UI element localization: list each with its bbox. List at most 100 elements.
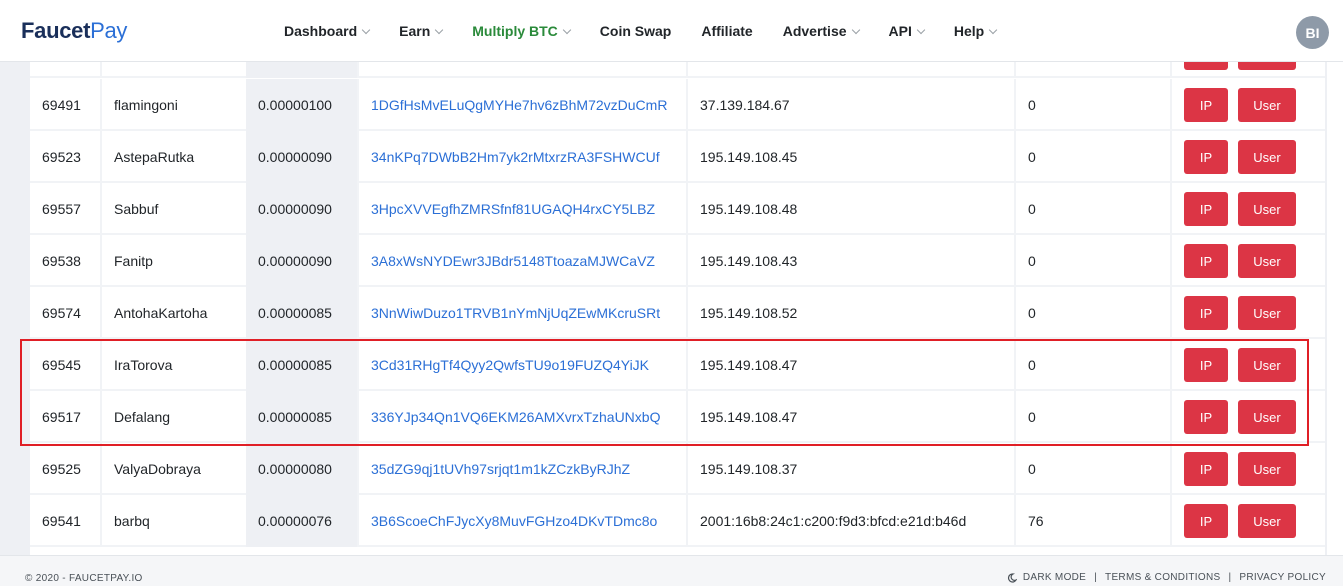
ip-button[interactable]: IP [1184, 296, 1228, 330]
nav-item-multiply-btc[interactable]: Multiply BTC [472, 23, 572, 39]
user-button[interactable]: User [1238, 244, 1296, 278]
cell-amount: 0.00000085 [246, 287, 357, 339]
cell-username [100, 62, 246, 78]
nav-item-label: Coin Swap [599, 23, 672, 39]
cell-id: 69574 [30, 287, 100, 339]
withdrawal-id: 69517 [42, 409, 81, 425]
chevron-down-icon [361, 25, 371, 34]
ip-address-text: 195.149.108.52 [700, 305, 798, 321]
user-button[interactable]: User [1238, 504, 1296, 538]
cell-address [357, 62, 686, 78]
cell-username: barbq [100, 495, 246, 547]
cell-actions: IP User [1170, 391, 1325, 443]
nav-item-advertise[interactable]: Advertise [782, 23, 860, 39]
ip-address-text: 37.139.184.67 [700, 97, 790, 113]
nav-item-affiliate[interactable]: Affiliate [701, 23, 752, 39]
table-row: 69491 flamingoni 0.00000100 1DGfHsMvELuQgMY… [30, 79, 1325, 131]
amount-text: 0.00000085 [258, 409, 332, 425]
cell-ip: 195.149.108.52 [686, 287, 1014, 339]
user-button[interactable]: User [1238, 88, 1296, 122]
cell-username: ValyaDobraya [100, 443, 246, 495]
address-link[interactable]: 3Cd31RHgTf4Qyy2QwfsTU9o19FUZQ4YiJK [371, 357, 649, 373]
ip-address-text: 195.149.108.47 [700, 357, 798, 373]
cell-ip: 195.149.108.47 [686, 391, 1014, 443]
address-link[interactable]: 3B6ScoeChFJycXy8MuvFGHzo4DKvTDmc8o [371, 513, 657, 529]
nav-item-earn[interactable]: Earn [399, 23, 444, 39]
table-row: 69517 Defalang 0.00000085 336YJp34Qn1VQ6EKM… [30, 391, 1325, 443]
count-text: 0 [1028, 305, 1036, 321]
cell-actions: IP User [1170, 339, 1325, 391]
user-button-partial[interactable] [1238, 62, 1296, 70]
faucetpay-logo[interactable]: FaucetPay [21, 18, 127, 44]
nav-item-api[interactable]: API [888, 23, 926, 39]
user-button[interactable]: User [1238, 400, 1296, 434]
withdrawal-id: 69538 [42, 253, 81, 269]
user-button[interactable]: User [1238, 296, 1296, 330]
nav-item-coin-swap[interactable]: Coin Swap [600, 23, 672, 39]
ip-button[interactable]: IP [1184, 192, 1228, 226]
ip-address-text: 2001:16b8:24c1:c200:f9d3:bfcd:e21d:b46d [700, 513, 967, 529]
ip-address-text: 195.149.108.43 [700, 253, 798, 269]
cell-count: 0 [1014, 131, 1170, 183]
ip-address-text: 195.149.108.37 [700, 461, 798, 477]
ip-button-partial[interactable] [1184, 62, 1228, 70]
address-link[interactable]: 3HpcXVVEgfhZMRSfnf81UGAQH4rxCY5LBZ [371, 201, 655, 217]
cell-ip: 37.139.184.67 [686, 79, 1014, 131]
ip-button[interactable]: IP [1184, 400, 1228, 434]
ip-button[interactable]: IP [1184, 504, 1228, 538]
ip-address-text: 195.149.108.45 [700, 149, 798, 165]
user-button[interactable]: User [1238, 140, 1296, 174]
cell-actions: IP User [1170, 131, 1325, 183]
nav-item-label: Advertise [782, 23, 847, 39]
ip-button[interactable]: IP [1184, 348, 1228, 382]
address-link[interactable]: 3A8xWsNYDEwr3JBdr5148TtoazaMJWCaVZ [371, 253, 655, 269]
withdrawal-id: 69541 [42, 513, 81, 529]
ip-button[interactable]: IP [1184, 88, 1228, 122]
table-row: 69541 barbq 0.00000076 3B6ScoeChFJycXy8MuvF… [30, 495, 1325, 547]
user-button[interactable]: User [1238, 192, 1296, 226]
cell-amount: 0.00000090 [246, 183, 357, 235]
ip-button[interactable]: IP [1184, 244, 1228, 278]
cell-amount: 0.00000090 [246, 235, 357, 287]
address-link[interactable]: 35dZG9qj1tUVh97srjqt1m1kZCzkByRJhZ [371, 461, 630, 477]
cell-id: 69557 [30, 183, 100, 235]
ip-address-text: 195.149.108.48 [700, 201, 798, 217]
chevron-down-icon [435, 25, 444, 34]
user-button[interactable]: User [1238, 348, 1296, 382]
cell-count: 0 [1014, 79, 1170, 131]
withdrawal-id: 69525 [42, 461, 81, 477]
nav-item-help[interactable]: Help [953, 23, 998, 39]
address-link[interactable]: 336YJp34Qn1VQ6EKM26AMXvrxTzhaUNxbQ [371, 409, 660, 425]
ip-button[interactable]: IP [1184, 452, 1228, 486]
cell-amount: 0.00000076 [246, 495, 357, 547]
privacy-link[interactable]: PRIVACY POLICY [1239, 572, 1326, 583]
address-link[interactable]: 1DGfHsMvELuQgMYHe7hv6zBhM72vzDuCmR [371, 97, 667, 113]
cell-actions: IP User [1170, 183, 1325, 235]
scrollbar-track[interactable] [1327, 62, 1343, 555]
cell-count: 0 [1014, 235, 1170, 287]
address-link[interactable]: 3NnWiwDuzo1TRVB1nYmNjUqZEwMKcruSRt [371, 305, 660, 321]
count-text: 0 [1028, 253, 1036, 269]
cell-amount: 0.00000085 [246, 391, 357, 443]
amount-text: 0.00000080 [258, 461, 332, 477]
nav-item-label: Affiliate [701, 23, 753, 39]
user-avatar[interactable]: BI [1296, 16, 1329, 49]
cell-address: 3B6ScoeChFJycXy8MuvFGHzo4DKvTDmc8o [357, 495, 686, 547]
cell-address: 3A8xWsNYDEwr3JBdr5148TtoazaMJWCaVZ [357, 235, 686, 287]
username-text: AstepaRutka [114, 149, 195, 165]
nav-item-dashboard[interactable]: Dashboard [284, 23, 371, 39]
cell-amount [246, 62, 357, 78]
nav-item-label: Help [953, 23, 985, 39]
address-link[interactable]: 34nKPq7DWbB2Hm7yk2rMtxrzRA3FSHWCUf [371, 149, 660, 165]
chevron-down-icon [851, 25, 860, 34]
dark-mode-link[interactable]: DARK MODE [1023, 572, 1086, 583]
user-button[interactable]: User [1238, 452, 1296, 486]
ip-button[interactable]: IP [1184, 140, 1228, 174]
terms-link[interactable]: TERMS & CONDITIONS [1105, 572, 1220, 583]
nav-item-label: API [888, 23, 912, 39]
username-text: ValyaDobraya [114, 461, 201, 477]
cell-address: 3HpcXVVEgfhZMRSfnf81UGAQH4rxCY5LBZ [357, 183, 686, 235]
cell-id: 69491 [30, 79, 100, 131]
withdrawal-id: 69545 [42, 357, 81, 373]
username-text: barbq [114, 513, 150, 529]
